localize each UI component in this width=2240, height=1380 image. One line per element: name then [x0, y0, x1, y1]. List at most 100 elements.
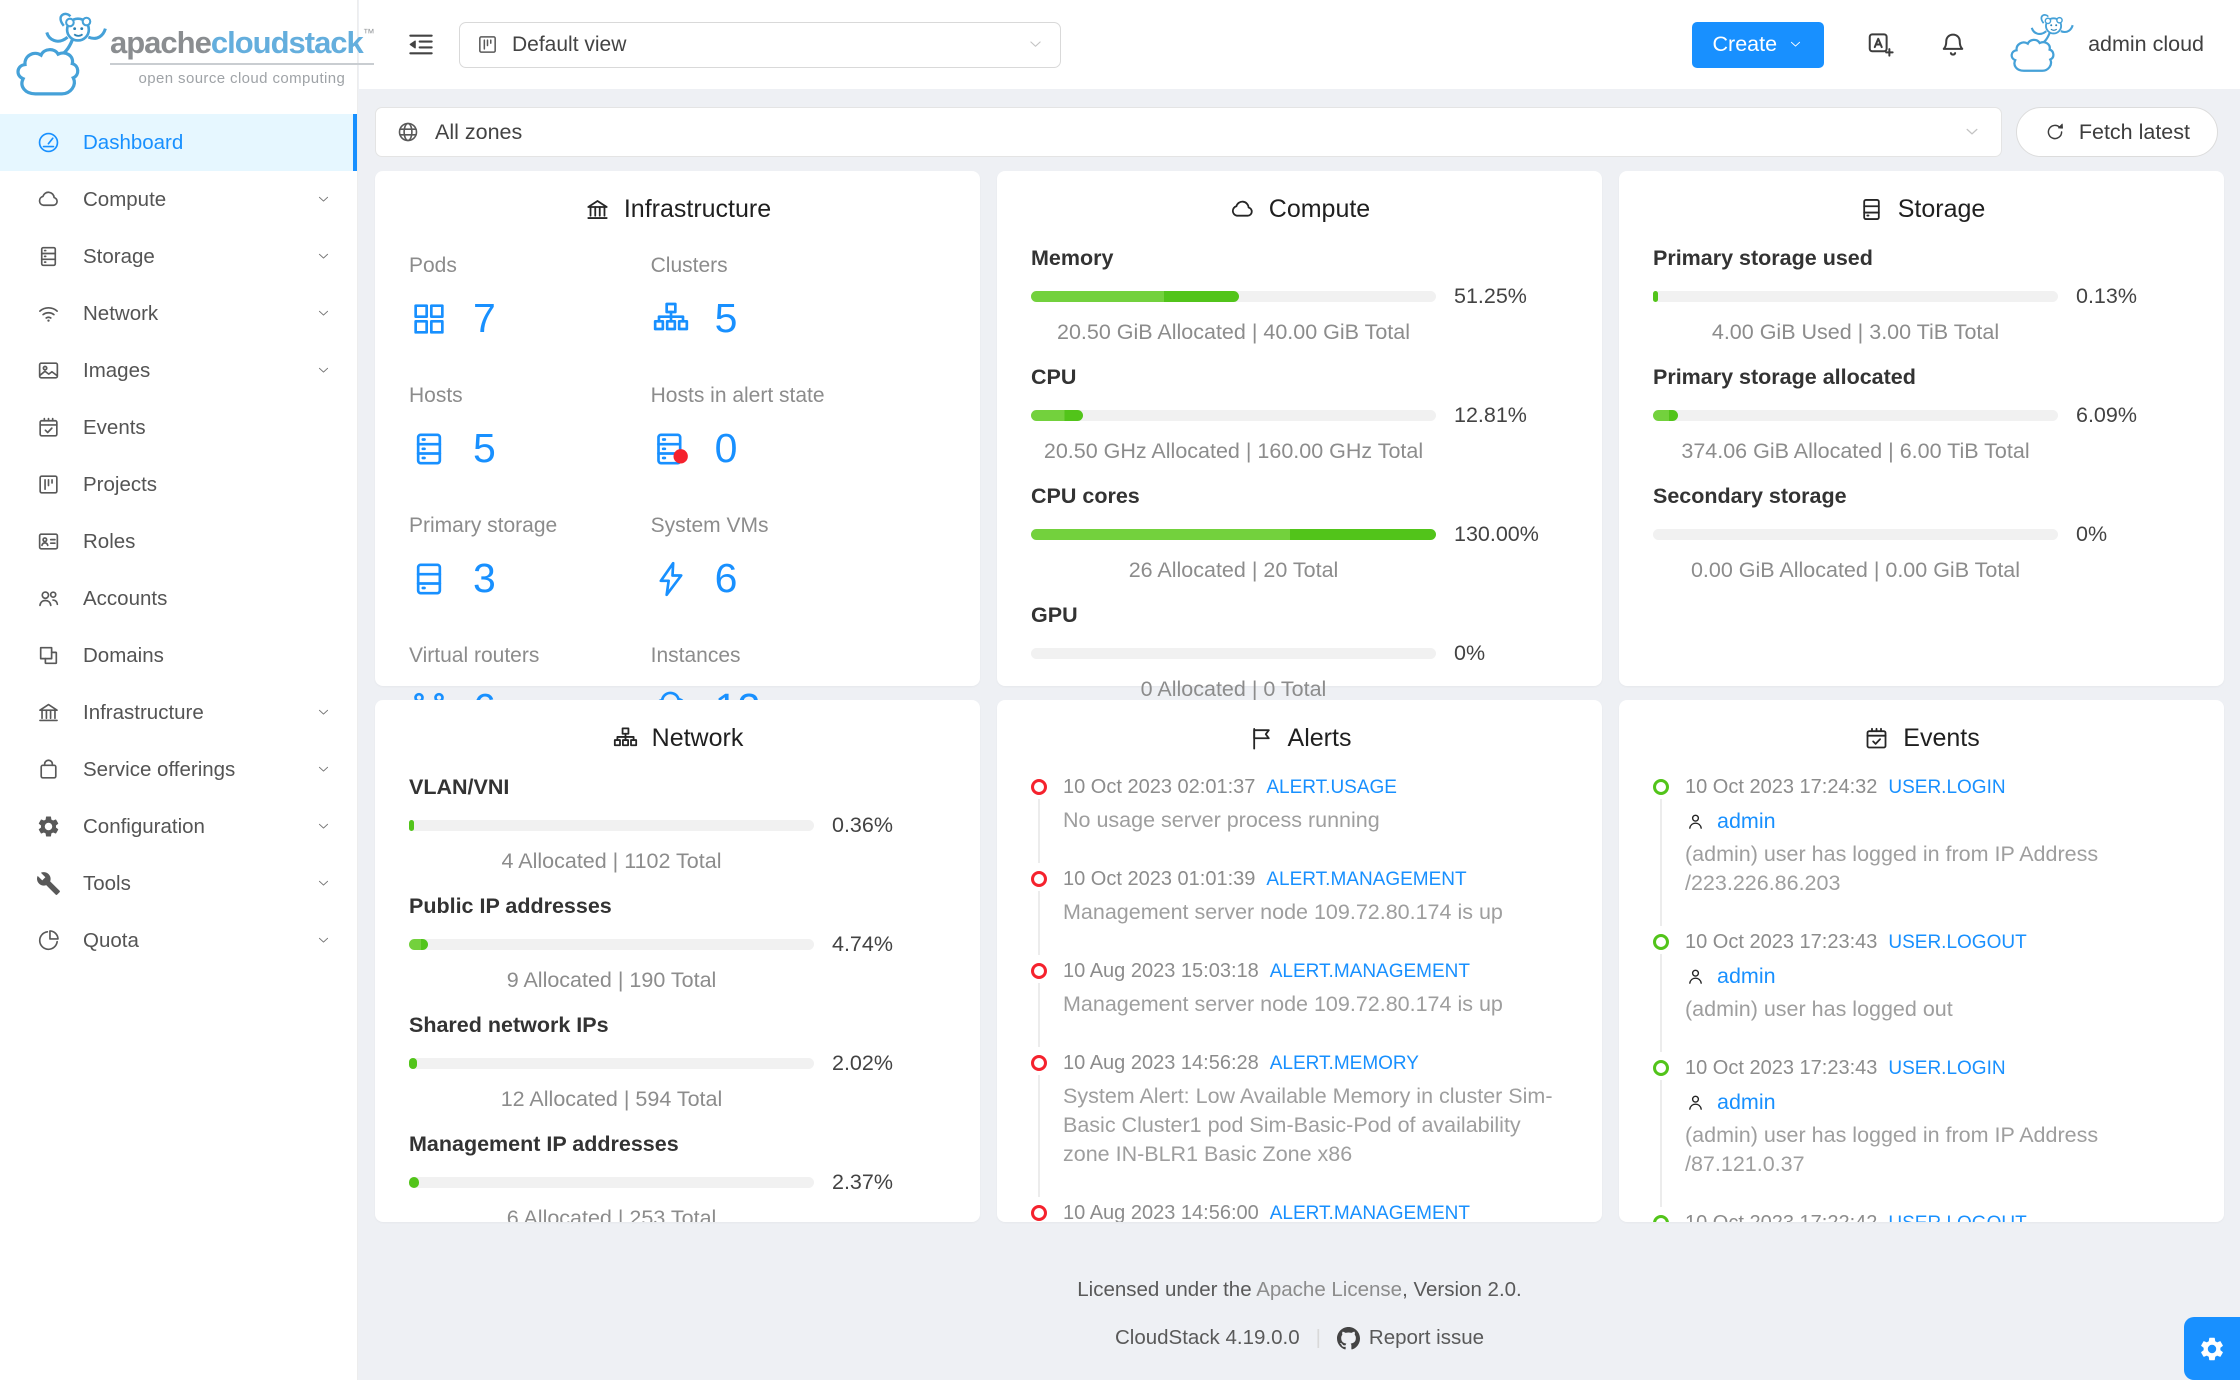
project-icon [36, 472, 61, 497]
metric-cpu-cores: CPU cores 130.00% 26 Allocated | 20 Tota… [1031, 484, 1568, 583]
brand-tagline: open source cloud computing [138, 69, 346, 87]
metric-cpu: CPU 12.81% 20.50 GHz Allocated | 160.00 … [1031, 365, 1568, 464]
alert-date: 10 Aug 2023 15:03:18 [1063, 960, 1259, 982]
dashboard-cards: Infrastructure Pods 7 Clusters 5 Hosts 5… [359, 157, 2240, 1222]
progress-bar [409, 820, 814, 831]
fetch-latest-button[interactable]: Fetch latest [2015, 107, 2218, 157]
chevron-down-icon [316, 819, 331, 834]
sidebar-item-images[interactable]: Images [0, 342, 357, 399]
chevron-down-icon [316, 363, 331, 378]
sidebar-item-service-offerings[interactable]: Service offerings [0, 741, 357, 798]
event-item: 10 Oct 2023 17:24:32 USER.LOGIN admin (ad… [1653, 775, 2190, 926]
sidebar-item-label: Compute [83, 187, 167, 211]
event-user-link[interactable]: admin [1717, 1089, 1776, 1115]
sidebar-item-label: Network [83, 301, 159, 325]
sidebar-item-tools[interactable]: Tools [0, 855, 357, 912]
sidebar-item-infrastructure[interactable]: Infrastructure [0, 684, 357, 741]
brand-logo: apachecloudstack™ open source cloud comp… [0, 0, 375, 114]
sidebar-item-quota[interactable]: Quota [0, 912, 357, 969]
sidebar-item-label: Configuration [83, 814, 205, 838]
event-type-link[interactable]: USER.LOGIN [1888, 1058, 2005, 1079]
event-type-link[interactable]: USER.LOGIN [1888, 777, 2005, 798]
alert-date: 10 Aug 2023 14:56:28 [1063, 1052, 1259, 1074]
alert-type-link[interactable]: ALERT.MANAGEMENT [1270, 1203, 1470, 1222]
alert-type-link[interactable]: ALERT.USAGE [1266, 777, 1397, 798]
metric-percent: 130.00% [1454, 522, 1539, 546]
timeline-dot [1653, 1215, 1669, 1222]
notifications-bell-icon[interactable] [1938, 30, 1968, 60]
metric-detail: 26 Allocated | 20 Total [1128, 558, 1339, 582]
timeline-dot [1653, 1060, 1669, 1076]
sidebar-item-accounts[interactable]: Accounts [0, 570, 357, 627]
metric-memory: Memory 51.25% 20.50 GiB Allocated | 40.0… [1031, 246, 1568, 345]
version-line: CloudStack 4.19.0.0 | Report issue [1114, 1326, 1485, 1350]
fetch-latest-label: Fetch latest [2078, 119, 2190, 144]
event-date: 10 Oct 2023 17:23:43 [1685, 1057, 1878, 1079]
infra-stat-value: 5 [473, 425, 496, 471]
alert-type-link[interactable]: ALERT.MANAGEMENT [1270, 961, 1470, 982]
pie-icon [36, 928, 61, 953]
timeline-dot [1031, 1055, 1047, 1071]
idcard-icon [36, 529, 61, 554]
progress-bar [409, 1177, 814, 1188]
progress-bar [409, 939, 814, 950]
sidebar-item-dashboard[interactable]: Dashboard [0, 114, 357, 171]
chevron-down-icon [316, 306, 331, 321]
metric-percent: 4.74% [832, 932, 893, 956]
alerts-card-title: Alerts [1031, 724, 1568, 753]
compute-card-title: Compute [1031, 195, 1568, 224]
sidebar-item-configuration[interactable]: Configuration [0, 798, 357, 855]
alerts-timeline: 10 Oct 2023 02:01:37 ALERT.USAGE No usage… [1031, 775, 1568, 1222]
sidebar-item-projects[interactable]: Projects [0, 456, 357, 513]
metric-label: Secondary storage [1653, 484, 1847, 508]
translate-icon[interactable] [1866, 30, 1896, 60]
wifi-icon [36, 301, 61, 326]
report-issue-link[interactable]: Report issue [1336, 1326, 1484, 1350]
sidebar-item-label: Quota [83, 928, 139, 952]
create-button-label: Create [1712, 32, 1778, 56]
settings-fab-button[interactable] [2184, 1317, 2240, 1380]
apache-license-link[interactable]: Apache License [1256, 1278, 1402, 1301]
metric-detail: 9 Allocated | 190 Total [506, 968, 717, 992]
sidebar-item-events[interactable]: Events [0, 399, 357, 456]
event-user-link[interactable]: admin [1717, 808, 1776, 834]
thunderbolt-icon [651, 559, 691, 599]
timeline-dot [1031, 1205, 1047, 1221]
metric-label: Memory [1031, 246, 1114, 270]
flag-icon [1248, 725, 1275, 752]
sidebar-item-domains[interactable]: Domains [0, 627, 357, 684]
view-selector[interactable]: Default view [459, 21, 1061, 68]
create-button[interactable]: Create [1691, 21, 1825, 68]
hdd-icon [409, 559, 449, 599]
events-timeline: 10 Oct 2023 17:24:32 USER.LOGIN admin (ad… [1653, 775, 2190, 1222]
sidebar-item-compute[interactable]: Compute [0, 171, 357, 228]
metric-label: Primary storage allocated [1653, 365, 1916, 389]
alert-type-link[interactable]: ALERT.MEMORY [1270, 1053, 1419, 1074]
event-type-link[interactable]: USER.LOGOUT [1888, 932, 2026, 953]
database-icon [409, 429, 449, 469]
sidebar-item-roles[interactable]: Roles [0, 513, 357, 570]
infra-stat-label: System VMs [650, 514, 769, 537]
alert-type-link[interactable]: ALERT.MANAGEMENT [1266, 869, 1466, 890]
user-avatar[interactable] [2002, 12, 2080, 78]
metric-percent: 2.37% [832, 1170, 893, 1194]
sidebar-collapse-icon[interactable] [405, 29, 437, 61]
metric-label: Shared network IPs [409, 1013, 609, 1037]
chevron-down-icon [316, 249, 331, 264]
alert-date: 10 Oct 2023 02:01:37 [1063, 776, 1256, 798]
hdd-icon [1858, 196, 1885, 223]
events-card-title: Events [1653, 724, 2190, 753]
metric-percent: 51.25% [1454, 284, 1527, 308]
infra-stat-hosts: Hosts 5 [409, 384, 651, 472]
sidebar-item-network[interactable]: Network [0, 285, 357, 342]
cluster-icon [612, 725, 639, 752]
metric-detail: 374.06 GiB Allocated | 6.00 TiB Total [1681, 439, 2030, 463]
sidebar-item-label: Domains [83, 643, 164, 667]
infra-stat-value: 6 [714, 555, 738, 601]
chevron-down-icon [316, 705, 331, 720]
gear-icon [36, 814, 61, 839]
zone-selector[interactable]: All zones [375, 107, 2002, 157]
event-type-link[interactable]: USER.LOGOUT [1888, 1213, 2026, 1222]
event-user-link[interactable]: admin [1717, 963, 1776, 989]
sidebar-item-storage[interactable]: Storage [0, 228, 357, 285]
